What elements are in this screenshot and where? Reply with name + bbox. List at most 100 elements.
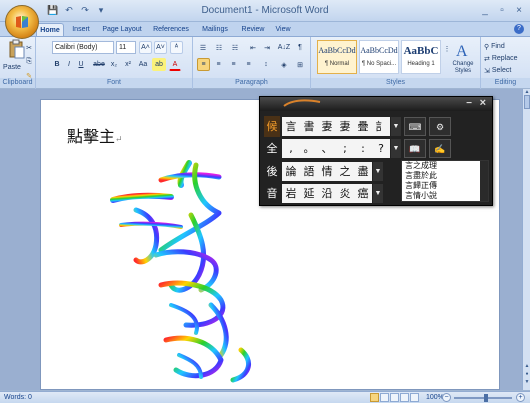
full-screen-reading-icon[interactable] <box>380 393 389 402</box>
ime-minimize-button[interactable]: − <box>466 98 472 109</box>
draft-icon[interactable] <box>410 393 419 402</box>
ime-candidate[interactable]: 延 <box>300 184 318 203</box>
clear-formatting-button[interactable]: ᴬ <box>170 41 183 54</box>
ime-pen-icon[interactable]: ✍ <box>429 139 451 158</box>
align-left-icon[interactable]: ≡ <box>197 58 210 71</box>
italic-button[interactable]: I <box>64 58 74 71</box>
close-button[interactable]: × <box>512 3 526 17</box>
ime-expand-icon[interactable]: ▼ <box>391 117 401 136</box>
strikethrough-button[interactable]: abe <box>91 58 107 71</box>
maximize-button[interactable]: ▫ <box>495 3 509 17</box>
highlight-button[interactable]: ab <box>152 58 166 71</box>
scroll-thumb[interactable] <box>524 95 530 109</box>
zoom-out-button[interactable]: − <box>442 393 451 402</box>
print-layout-icon[interactable] <box>370 393 379 402</box>
previous-page-icon[interactable]: ▲ <box>523 363 530 369</box>
ime-phrase[interactable]: 言情小說 <box>402 191 488 201</box>
multilevel-list-icon[interactable]: ☵ <box>229 41 241 54</box>
ime-candidate[interactable]: 書 <box>300 117 318 136</box>
underline-button[interactable]: U <box>76 58 86 71</box>
ime-key-4[interactable]: 音 <box>264 183 280 204</box>
ime-candidate[interactable]: 之 <box>336 162 354 181</box>
ime-candidate[interactable]: ; <box>336 139 354 158</box>
change-case-button[interactable]: Aa <box>136 58 150 71</box>
document-text[interactable]: 點擊主↵ <box>67 123 123 147</box>
line-spacing-icon[interactable]: ↕ <box>259 58 273 71</box>
font-family-combo[interactable]: Calibri (Body) <box>52 41 114 54</box>
font-color-button[interactable]: A <box>169 58 181 71</box>
tab-references[interactable]: References <box>150 23 192 36</box>
help-icon[interactable]: ? <box>514 24 524 34</box>
tab-home[interactable]: Home <box>36 23 64 36</box>
bold-button[interactable]: B <box>52 58 62 71</box>
cut-icon[interactable]: ✂ <box>24 41 34 54</box>
tab-page-layout[interactable]: Page Layout <box>100 23 144 36</box>
ime-candidate[interactable]: 岩 <box>282 184 300 203</box>
ime-phrase[interactable]: 言盡於此 <box>402 171 488 181</box>
sort-button[interactable]: A↓Z <box>276 41 292 54</box>
ime-settings-icon[interactable]: ⚙ <box>429 117 451 136</box>
ime-phrase[interactable]: 言之成理 <box>402 161 488 171</box>
shrink-font-button[interactable]: A˅ <box>154 41 167 54</box>
zoom-in-button[interactable]: + <box>516 393 525 402</box>
zoom-slider-knob[interactable] <box>484 394 488 402</box>
ime-keyboard-icon[interactable]: ⌨ <box>404 117 426 136</box>
align-right-icon[interactable]: ≡ <box>227 58 240 71</box>
ime-close-button[interactable]: × <box>480 97 486 109</box>
ime-candidate[interactable]: , <box>282 139 300 158</box>
change-styles-button[interactable]: Change Styles <box>449 61 477 74</box>
ime-phrase[interactable]: 言歸正傳 <box>402 181 488 191</box>
ime-candidate[interactable]: 盡 <box>354 162 372 181</box>
office-button[interactable] <box>5 5 39 39</box>
ime-expand-icon[interactable]: ▼ <box>391 139 401 158</box>
ime-candidate[interactable]: 妻 <box>318 117 336 136</box>
copy-icon[interactable]: ⎘ <box>24 55 34 68</box>
numbering-icon[interactable]: ☷ <box>213 41 225 54</box>
paste-button[interactable]: Paste <box>3 61 21 74</box>
ime-key-3[interactable]: 後 <box>264 161 280 182</box>
ime-candidate[interactable]: 訁 <box>372 117 390 136</box>
style-normal[interactable]: AaBbCcDd ¶ Normal <box>317 40 357 74</box>
change-styles-icon[interactable]: A <box>454 41 472 59</box>
browse-object-icon[interactable]: ● <box>523 371 530 377</box>
subscript-button[interactable]: x₂ <box>108 58 120 71</box>
web-layout-icon[interactable] <box>390 393 399 402</box>
align-center-icon[interactable]: ≡ <box>212 58 225 71</box>
ime-candidate[interactable]: 語 <box>300 162 318 181</box>
ime-candidate[interactable]: 論 <box>282 162 300 181</box>
styles-scroll-icon[interactable]: ⋮ <box>443 42 451 55</box>
ime-candidate[interactable]: 、 <box>318 139 336 158</box>
superscript-button[interactable]: x² <box>122 58 134 71</box>
ime-expand-icon[interactable]: ▼ <box>373 162 383 181</box>
increase-indent-icon[interactable]: ⇥ <box>261 41 273 54</box>
ime-titlebar[interactable]: − × <box>260 97 492 111</box>
select-button[interactable]: ⇲ Select <box>483 64 527 77</box>
ime-candidate[interactable]: 炎 <box>336 184 354 203</box>
decrease-indent-icon[interactable]: ⇤ <box>247 41 259 54</box>
style-heading-1[interactable]: AaBbC Heading 1 <box>401 40 441 74</box>
tab-insert[interactable]: Insert <box>68 23 94 36</box>
ime-candidate[interactable]: 言 <box>282 117 300 136</box>
tab-review[interactable]: Review <box>238 23 268 36</box>
tab-mailings[interactable]: Mailings <box>198 23 232 36</box>
font-size-combo[interactable]: 11 <box>116 41 136 54</box>
grow-font-button[interactable]: A˄ <box>139 41 152 54</box>
outline-icon[interactable] <box>400 393 409 402</box>
word-count[interactable]: Words: 0 <box>4 394 32 401</box>
shading-icon[interactable]: ◈ <box>277 58 291 71</box>
vertical-scrollbar[interactable]: ▲ ▲ ● ▼ <box>522 89 530 390</box>
next-page-icon[interactable]: ▼ <box>523 379 530 385</box>
ime-candidate[interactable]: 情 <box>318 162 336 181</box>
ime-candidate[interactable]: 癌 <box>354 184 372 203</box>
ime-book-icon[interactable]: 📖 <box>404 139 426 158</box>
ime-key-2[interactable]: 全 <box>264 138 280 159</box>
ime-candidate[interactable]: ? <box>372 139 390 158</box>
ime-expand-icon[interactable]: ▼ <box>373 184 383 203</box>
justify-icon[interactable]: ≡ <box>242 58 255 71</box>
ime-candidate[interactable]: 。 <box>300 139 318 158</box>
ime-candidate[interactable]: 妻 <box>336 117 354 136</box>
ime-candidate[interactable]: 沿 <box>318 184 336 203</box>
tab-view[interactable]: View <box>272 23 294 36</box>
bullets-icon[interactable]: ☰ <box>197 41 209 54</box>
zoom-slider[interactable] <box>454 394 512 402</box>
